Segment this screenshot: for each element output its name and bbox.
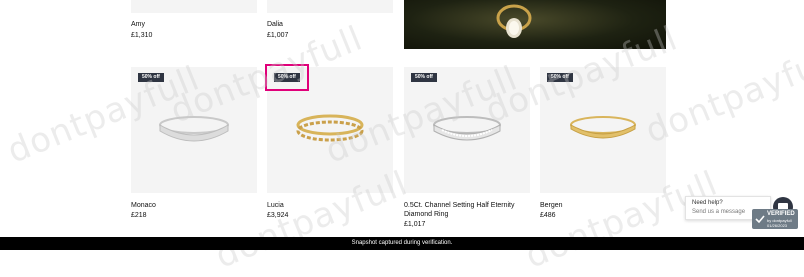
verified-date: 01/26/2023 xyxy=(767,223,788,228)
product-price: £1,310 xyxy=(131,32,153,39)
product-price: £1,007 xyxy=(267,32,289,39)
product-price: £218 xyxy=(131,212,147,219)
product-price: £486 xyxy=(540,212,556,219)
product-price: £1,017 xyxy=(404,221,426,228)
product-name[interactable]: 0.5Ct. Channel Setting Half Eternity Dia… xyxy=(404,201,524,219)
chat-title: Need help? xyxy=(692,200,723,206)
product-image-monaco[interactable] xyxy=(131,67,257,193)
diamond-channel-ring-icon xyxy=(433,116,501,141)
gold-band-ring-icon xyxy=(570,116,636,139)
discount-badge: 50% off xyxy=(411,73,437,82)
product-price: £3,924 xyxy=(267,212,289,219)
snapshot-footer: Snapshot captured during verification. xyxy=(0,237,804,250)
product-image-amy[interactable] xyxy=(131,0,257,13)
discount-badge: 50% off xyxy=(547,73,573,82)
verified-label: VERIFIED xyxy=(767,211,795,217)
product-name[interactable]: Bergen xyxy=(540,201,563,210)
product-name[interactable]: Amy xyxy=(131,20,145,29)
discount-badge: 50% off xyxy=(138,73,164,82)
lifestyle-image xyxy=(404,0,666,49)
ring-photo-icon xyxy=(496,4,532,38)
silver-band-ring-icon xyxy=(159,116,229,142)
product-name[interactable]: Monaco xyxy=(131,201,156,210)
checkmark-icon xyxy=(755,215,765,224)
chat-subtitle: Send us a message xyxy=(692,209,746,215)
product-image-bergen[interactable] xyxy=(540,67,666,193)
product-name[interactable]: Dalia xyxy=(267,20,283,29)
verification-highlight-box xyxy=(265,64,309,91)
product-image-channel-ring[interactable] xyxy=(404,67,530,193)
verified-seal: VERIFIED by dontpayfull 01/26/2023 xyxy=(752,209,798,229)
product-name[interactable]: Lucia xyxy=(267,201,284,210)
product-image-dalia[interactable] xyxy=(267,0,393,13)
